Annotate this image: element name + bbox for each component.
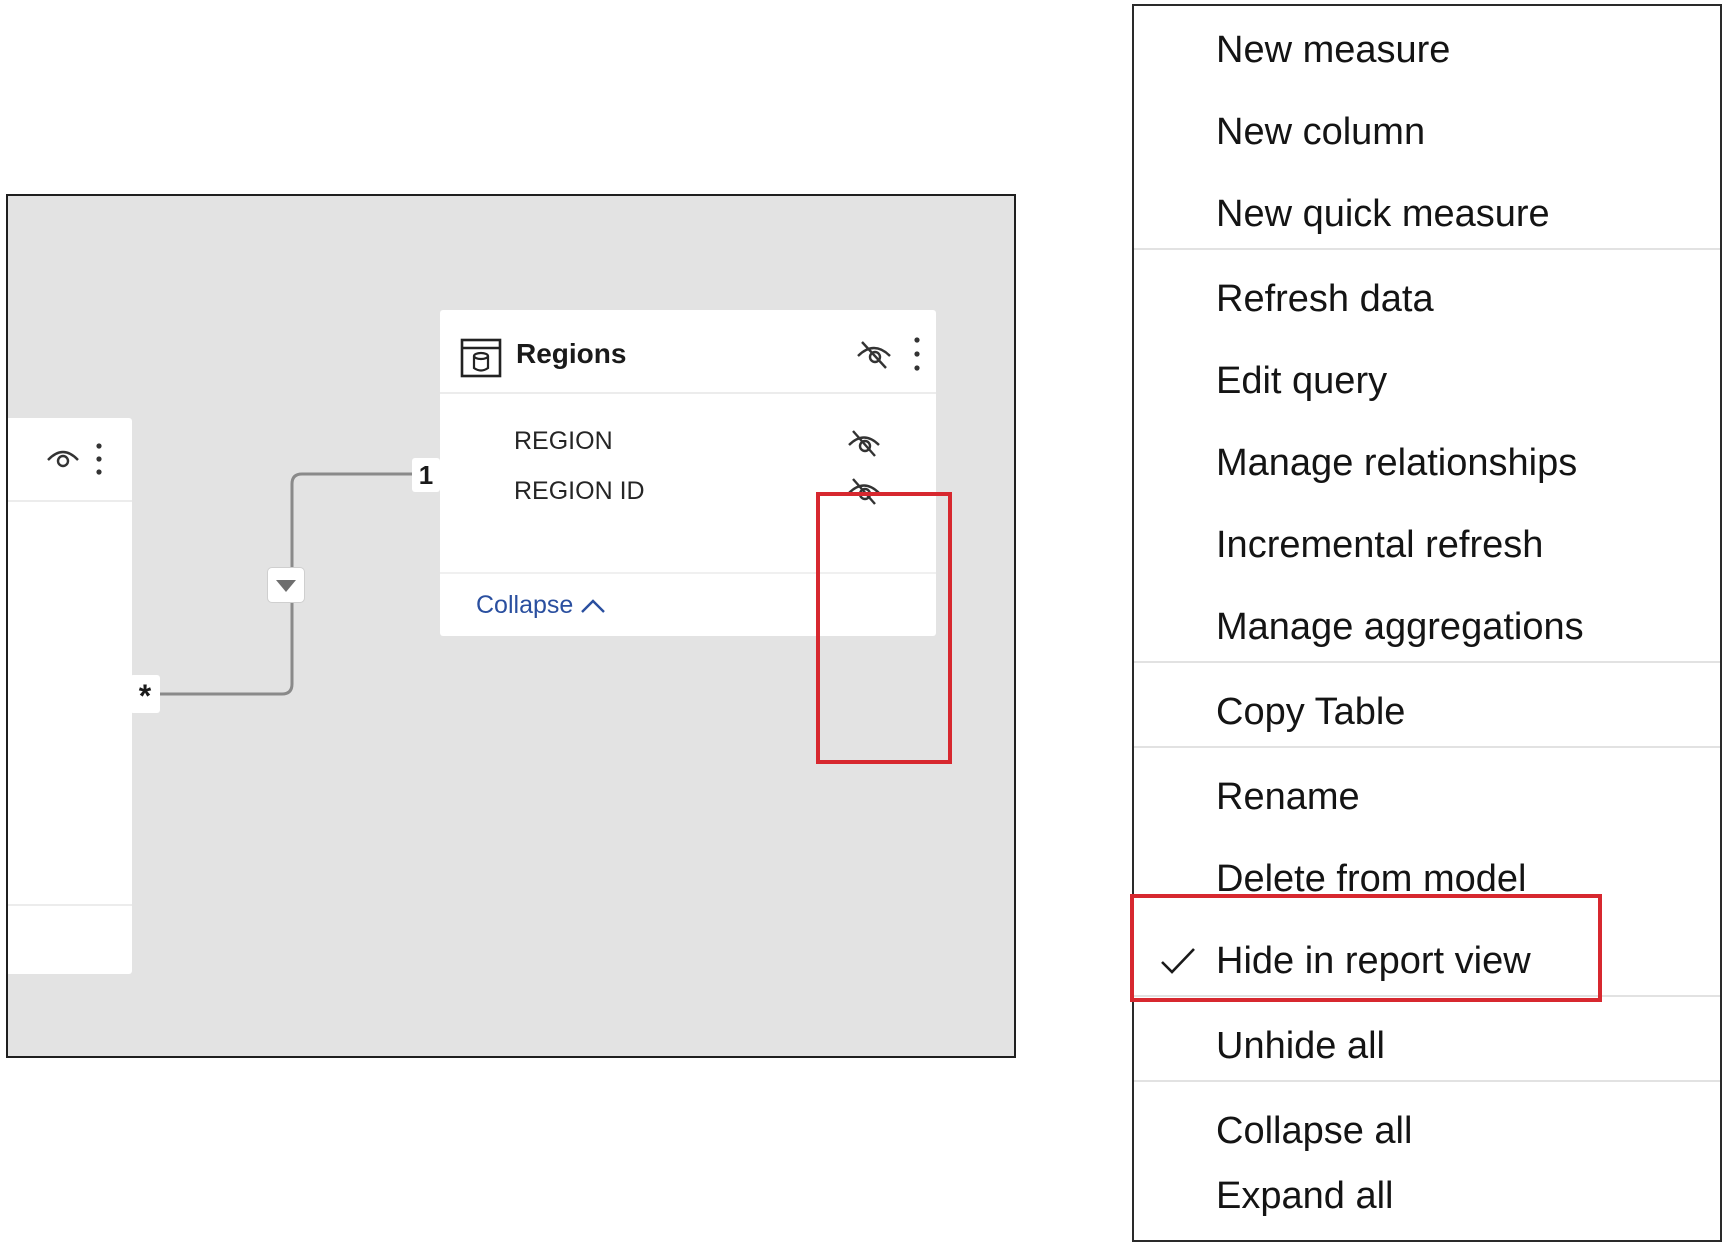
collapse-button[interactable]: Collapse xyxy=(476,591,607,620)
table-title: Regions xyxy=(516,338,627,369)
column-region-id[interactable]: REGION ID xyxy=(514,477,645,506)
card-header-divider xyxy=(8,500,132,502)
column-region[interactable]: REGION xyxy=(514,427,613,456)
card-header-divider xyxy=(440,392,936,394)
menu-item-unhide-all[interactable]: Unhide all xyxy=(1134,1006,1720,1088)
menu-item-edit-query[interactable]: Edit query xyxy=(1134,341,1720,423)
menu-separator xyxy=(1134,248,1720,250)
collapse-label: Collapse xyxy=(476,591,574,619)
relationship-one-label: 1 xyxy=(412,458,440,492)
table-context-menu: New measure New column New quick measure… xyxy=(1132,4,1722,1242)
menu-separator xyxy=(1134,1080,1720,1082)
more-options-icon[interactable] xyxy=(910,334,924,374)
menu-item-incremental-refresh[interactable]: Incremental refresh xyxy=(1134,505,1720,587)
menu-item-expand-all[interactable]: Expand all xyxy=(1134,1156,1720,1238)
fact-table-card[interactable] xyxy=(8,418,132,974)
more-options-icon[interactable] xyxy=(92,440,106,478)
relationship-many-label: * xyxy=(130,675,160,714)
menu-item-new-column[interactable]: New column xyxy=(1134,92,1720,174)
menu-item-manage-aggregations[interactable]: Manage aggregations xyxy=(1134,587,1720,669)
filter-direction-icon[interactable] xyxy=(268,568,304,602)
card-footer-divider xyxy=(8,904,132,906)
hidden-eye-icon[interactable] xyxy=(854,336,894,372)
hidden-eye-icon[interactable] xyxy=(845,426,883,460)
menu-item-manage-relationships[interactable]: Manage relationships xyxy=(1134,423,1720,505)
hide-in-report-view-highlight xyxy=(1130,894,1602,1002)
menu-item-copy-table[interactable]: Copy Table xyxy=(1134,672,1720,754)
menu-item-new-quick-measure[interactable]: New quick measure xyxy=(1134,174,1720,256)
eye-icon[interactable] xyxy=(44,442,82,474)
chevron-up-icon xyxy=(581,598,606,613)
table-icon xyxy=(460,338,502,378)
model-canvas[interactable]: * 1 Regions REGION REGION ID Collapse xyxy=(6,194,1016,1058)
menu-item-new-measure[interactable]: New measure xyxy=(1134,10,1720,92)
menu-separator xyxy=(1134,661,1720,663)
menu-separator xyxy=(1134,746,1720,748)
hidden-icons-highlight xyxy=(816,492,952,764)
menu-item-rename[interactable]: Rename xyxy=(1134,757,1720,839)
menu-item-refresh-data[interactable]: Refresh data xyxy=(1134,259,1720,341)
